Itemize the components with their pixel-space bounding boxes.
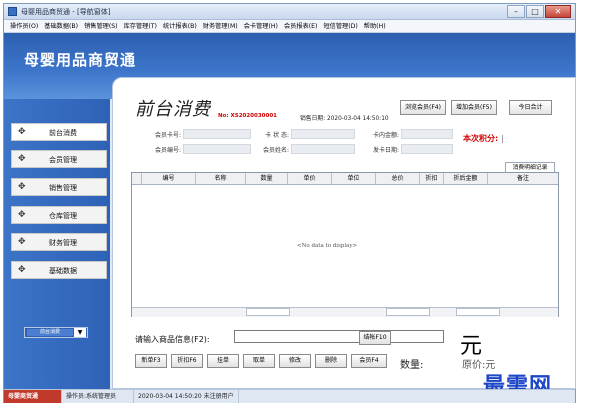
pin-icon: ✥ [18,182,26,192]
close-button[interactable]: ✕ [545,5,571,18]
sidebar-item-label: 基础数据 [49,267,77,275]
menu-sms[interactable]: 短信管理(D) [320,20,360,32]
footer-total-amount [386,308,430,316]
retrieve-order-button[interactable]: 取单 [243,354,275,368]
window-title: 母婴用品商贸通 - [导航窗体] [21,8,111,16]
module-select-value: 前台消费 [27,329,73,336]
sidebar-item-sales[interactable]: ✥ 销售管理 [11,178,107,196]
menu-bar: 操作员(O) 基础数据(B) 销售管理(S) 库存管理(T) 统计报表(B) 财… [4,20,575,33]
menu-card[interactable]: 会卡管理(H) [241,20,281,32]
menu-operator[interactable]: 操作员(O) [7,20,41,32]
column-header[interactable]: 总价 [376,173,420,184]
issue-date-field[interactable] [401,144,453,154]
detail-grid[interactable]: 编号 名称 数量 单价 单位 总价 折扣 折后金额 备注 <No data to… [131,172,559,317]
app-icon [8,7,17,16]
row-indicator-header [132,173,142,184]
minimize-button[interactable]: – [507,5,525,18]
column-header[interactable]: 名称 [196,173,246,184]
member-no-field[interactable] [183,144,251,154]
member-name-field[interactable] [291,144,355,154]
pin-icon: ✥ [18,154,26,164]
card-status-label: 卡 状 态: [265,132,289,139]
app-window: 母婴用品商贸通 - [导航窗体] – □ ✕ 操作员(O) 基础数据(B) 销售… [3,3,576,403]
menu-help[interactable]: 帮助(H) [361,20,389,32]
menu-reports[interactable]: 统计报表(B) [160,20,200,32]
pin-icon: ✥ [18,210,26,220]
product-input[interactable] [234,330,444,343]
menu-sales[interactable]: 销售管理(S) [81,20,121,32]
pin-icon: ✥ [18,127,26,137]
column-header[interactable]: 备注 [488,173,558,184]
status-bar: 母婴商贸通 操作员:系统管理员 2020-03-04 14:50:20 未注册用… [4,389,575,403]
status-operator: 操作员:系统管理员 [62,390,134,403]
menu-basic-data[interactable]: 基础数据(B) [41,20,81,32]
points-label: 本次积分: | [463,134,504,143]
sidebar-item-warehouse[interactable]: ✥ 仓库管理 [11,206,107,224]
status-brand: 母婴商贸通 [4,390,62,403]
member-name-label: 会员姓名: [262,147,289,154]
sidebar-item-basic-data[interactable]: ✥ 基础数据 [11,261,107,279]
discount-button[interactable]: 折扣F6 [171,354,203,368]
sidebar-item-label: 仓库管理 [49,212,77,220]
status-datetime: 2020-03-04 14:50:20 未注册用户 [134,390,239,403]
sidebar-item-label: 会员管理 [49,156,77,164]
sidebar-item-finance[interactable]: ✥ 财务管理 [11,233,107,251]
today-total-button[interactable]: 今日合计 [509,100,552,115]
product-input-label: 请输入商品信息(F2): [135,335,210,344]
card-no-label: 会员卡号: [154,132,181,139]
sidebar-item-front-consume[interactable]: ✥ 前台消费 [11,123,107,141]
sale-date: 销售日期: 2020-03-04 14:50:10 [300,113,389,122]
menu-finance[interactable]: 财务管理(M) [200,20,241,32]
member-button[interactable]: 会员F4 [351,354,387,368]
card-no-field[interactable] [183,129,251,139]
sidebar: ✥ 前台消费 ✥ 会员管理 ✥ 销售管理 ✥ 仓库管理 ✥ 财务管理 ✥ 基础数… [4,99,110,389]
grid-header: 编号 名称 数量 单价 单位 总价 折扣 折后金额 备注 [132,173,558,185]
edit-button[interactable]: 修改 [279,354,311,368]
card-balance-label: 卡内金额: [372,132,399,139]
card-status-field[interactable] [291,129,355,139]
browse-members-button[interactable]: 浏览会员(F4) [400,100,446,115]
column-header[interactable]: 折后金额 [444,173,488,184]
sidebar-item-label: 财务管理 [49,239,77,247]
card-balance-field[interactable] [401,129,453,139]
footer-discount-amount [456,308,500,316]
main-panel: 前台消费 No: XS2020030001 销售日期: 2020-03-04 1… [112,77,576,399]
add-member-button[interactable]: 增加会员(F5) [451,100,497,115]
column-header[interactable]: 数量 [246,173,288,184]
footer-total-qty [246,308,290,316]
app-title: 母婴用品商贸通 [24,51,137,69]
maximize-button[interactable]: □ [526,5,544,18]
chevron-down-icon[interactable]: ▼ [74,328,86,337]
sidebar-item-label: 前台消费 [49,129,77,137]
page-title: 前台消费 [135,99,211,120]
sale-date-value: 2020-03-04 14:50:10 [327,116,389,122]
quantity-label: 数量: [400,360,424,371]
order-number: No: XS2020030001 [218,113,277,119]
new-order-button[interactable]: 新单F3 [135,354,167,368]
sidebar-item-members[interactable]: ✥ 会员管理 [11,150,107,168]
menu-inventory[interactable]: 库存管理(T) [121,20,160,32]
sale-date-label: 销售日期: [300,116,326,122]
menu-member-reports[interactable]: 会员报表(E) [281,20,321,32]
column-header[interactable]: 单价 [288,173,332,184]
points-label-text: 本次积分: [463,134,499,143]
checkout-button[interactable]: 结帐F10 [359,331,391,345]
delete-button[interactable]: 删除 [315,354,347,368]
column-header[interactable]: 折扣 [420,173,444,184]
pin-icon: ✥ [18,265,26,275]
empty-message: <No data to display> [297,243,358,249]
member-no-label: 会员编号: [154,147,181,154]
column-header[interactable]: 单位 [332,173,376,184]
window-controls: – □ ✕ [506,5,571,18]
module-select[interactable]: 前台消费 ▼ [24,327,88,338]
sidebar-item-label: 销售管理 [49,184,77,192]
column-header[interactable]: 编号 [142,173,196,184]
pin-icon: ✥ [18,237,26,247]
title-bar: 母婴用品商贸通 - [导航窗体] – □ ✕ [4,4,575,20]
hold-order-button[interactable]: 挂单 [207,354,239,368]
issue-date-label: 发卡日期: [372,147,399,154]
